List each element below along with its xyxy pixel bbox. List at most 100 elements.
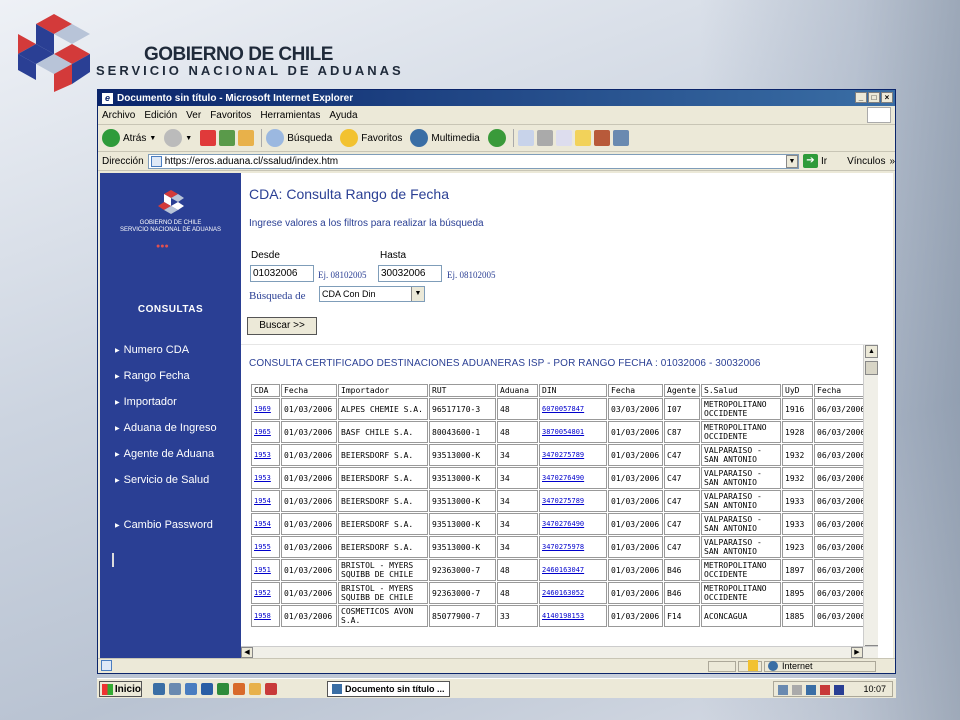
menu-archivo[interactable]: Archivo — [102, 110, 135, 121]
cell-rut: 93513000-K — [429, 513, 496, 535]
din-link[interactable]: 3470276490 — [542, 474, 584, 482]
volume-tray-icon[interactable] — [792, 685, 802, 695]
cda-link[interactable]: 1952 — [254, 589, 271, 597]
cell-fecha-din: 01/03/2006 — [608, 559, 663, 581]
close-button[interactable]: × — [881, 92, 893, 103]
din-link[interactable]: 4140198153 — [542, 612, 584, 620]
home-icon[interactable] — [238, 130, 255, 146]
url-field[interactable]: https://eros.aduana.cl/ssalud/index.htm … — [147, 153, 799, 169]
go-arrow-icon[interactable]: ➔ — [803, 154, 818, 168]
cell-uyd: 1928 — [782, 421, 813, 443]
cell-ssalud: VALPARAISO - SAN ANTONIO — [701, 490, 781, 512]
back-button[interactable]: Atrás ▼ — [102, 129, 156, 147]
busqueda-select[interactable]: CDA Con Din ▼ — [319, 286, 425, 302]
start-button[interactable]: Inicio — [99, 681, 142, 697]
cda-link[interactable]: 1954 — [254, 520, 271, 528]
sidebar-item-cambio-password[interactable]: ▶ Cambio Password — [115, 519, 213, 531]
sidebar-item-rango-fecha[interactable]: ▶ Rango Fecha — [115, 370, 190, 382]
word-quicklaunch-icon[interactable] — [201, 683, 213, 695]
stop-icon[interactable] — [200, 130, 217, 146]
menu-favoritos[interactable]: Favoritos — [210, 110, 251, 121]
excel-quicklaunch-icon[interactable] — [217, 683, 229, 695]
multimedia-label: Multimedia — [431, 132, 480, 144]
cell-aduana: 48 — [497, 421, 538, 443]
din-link[interactable]: 3470275789 — [542, 497, 584, 505]
multimedia-button[interactable]: Multimedia — [410, 129, 480, 147]
cell-fecha-din: 01/03/2006 — [608, 536, 663, 558]
cda-link[interactable]: 1955 — [254, 543, 271, 551]
folder-icon[interactable] — [574, 130, 591, 146]
ie-quicklaunch-icon[interactable] — [153, 683, 165, 695]
menu-herramientas[interactable]: Herramientas — [260, 110, 320, 121]
aduanas-cube-logo — [18, 14, 90, 92]
address-dropdown[interactable]: ▼ — [786, 154, 798, 168]
cell-agente: B46 — [664, 582, 700, 604]
sidebar-item-label: Agente de Aduana — [123, 448, 215, 460]
sidebar-item-numero-cda[interactable]: ▶ Numero CDA — [115, 344, 189, 356]
horizontal-scrollbar[interactable]: ◀ ▶ — [241, 646, 878, 658]
favorites-button[interactable]: Favoritos — [340, 129, 402, 147]
powerpoint-quicklaunch-icon[interactable] — [233, 683, 245, 695]
edit-icon[interactable] — [555, 130, 572, 146]
shield-tray-icon[interactable] — [806, 685, 816, 695]
sidebar-item-aduana-ingreso[interactable]: ▶ Aduana de Ingreso — [115, 422, 217, 434]
menu-edicion[interactable]: Edición — [144, 110, 177, 121]
outlook-quicklaunch-icon[interactable] — [185, 683, 197, 695]
cda-link[interactable]: 1965 — [254, 428, 271, 436]
menu-ayuda[interactable]: Ayuda — [329, 110, 357, 121]
network-tray-icon[interactable] — [778, 685, 788, 695]
scroll-thumb[interactable] — [865, 361, 878, 375]
din-link[interactable]: 3470275789 — [542, 451, 584, 459]
vertical-scrollbar[interactable]: ▲ ▼ — [863, 345, 878, 658]
cell-agente: I07 — [664, 398, 700, 420]
page-icon — [150, 155, 162, 167]
cda-link[interactable]: 1953 — [254, 451, 271, 459]
mail-icon[interactable] — [517, 130, 534, 146]
antivirus-tray-icon[interactable] — [820, 685, 830, 695]
buscar-button[interactable]: Buscar >> — [247, 317, 317, 335]
din-link[interactable]: 3870054801 — [542, 428, 584, 436]
col-header-aduana: Aduana — [497, 384, 538, 397]
hasta-input[interactable]: 30032006 — [378, 265, 442, 282]
window-titlebar[interactable]: e Documento sin título - Microsoft Inter… — [98, 90, 895, 106]
forward-button[interactable]: ▼ — [164, 129, 192, 147]
refresh-icon[interactable] — [219, 130, 236, 146]
menu-ver[interactable]: Ver — [186, 110, 201, 121]
cell-cda: 1955 — [251, 536, 280, 558]
go-label[interactable]: Ir — [821, 156, 827, 167]
print-icon[interactable] — [536, 130, 553, 146]
din-link[interactable]: 2460163052 — [542, 589, 584, 597]
din-link[interactable]: 3470276490 — [542, 520, 584, 528]
din-link[interactable]: 6070057847 — [542, 405, 584, 413]
links-label[interactable]: Vínculos — [847, 156, 885, 167]
sidebar-item-label: Cambio Password — [123, 519, 213, 531]
lock-icon — [748, 660, 758, 671]
din-link[interactable]: 2460163047 — [542, 566, 584, 574]
history-icon[interactable] — [487, 129, 506, 147]
taskbar-window-button[interactable]: Documento sin título ... — [327, 681, 450, 697]
messenger-icon[interactable] — [612, 130, 629, 146]
desktop-quicklaunch-icon[interactable] — [169, 683, 181, 695]
sidebar-item-agente-aduana[interactable]: ▶ Agente de Aduana — [115, 448, 214, 460]
cda-link[interactable]: 1958 — [254, 612, 271, 620]
search-button[interactable]: Búsqueda — [266, 129, 332, 147]
research-icon[interactable] — [593, 130, 610, 146]
cda-link[interactable]: 1953 — [254, 474, 271, 482]
scroll-right-icon[interactable]: ▶ — [851, 647, 863, 658]
app-quicklaunch-icon[interactable] — [249, 683, 261, 695]
taskbar: Inicio Documento sin título ... 10:07 — [97, 678, 896, 698]
desde-input[interactable]: 01032006 — [250, 265, 314, 282]
busqueda-selected-value: CDA Con Din — [322, 289, 376, 299]
scroll-up-icon[interactable]: ▲ — [865, 345, 878, 358]
scroll-left-icon[interactable]: ◀ — [241, 647, 253, 658]
maximize-button[interactable]: □ — [868, 92, 880, 103]
minimize-button[interactable]: _ — [855, 92, 867, 103]
din-link[interactable]: 3470275978 — [542, 543, 584, 551]
cda-link[interactable]: 1951 — [254, 566, 271, 574]
security-tray-icon[interactable] — [834, 685, 844, 695]
acrobat-quicklaunch-icon[interactable] — [265, 683, 277, 695]
sidebar-item-servicio-salud[interactable]: ▶ Servicio de Salud — [115, 474, 209, 486]
cda-link[interactable]: 1954 — [254, 497, 271, 505]
sidebar-item-importador[interactable]: ▶ Importador — [115, 396, 177, 408]
cda-link[interactable]: 1969 — [254, 405, 271, 413]
